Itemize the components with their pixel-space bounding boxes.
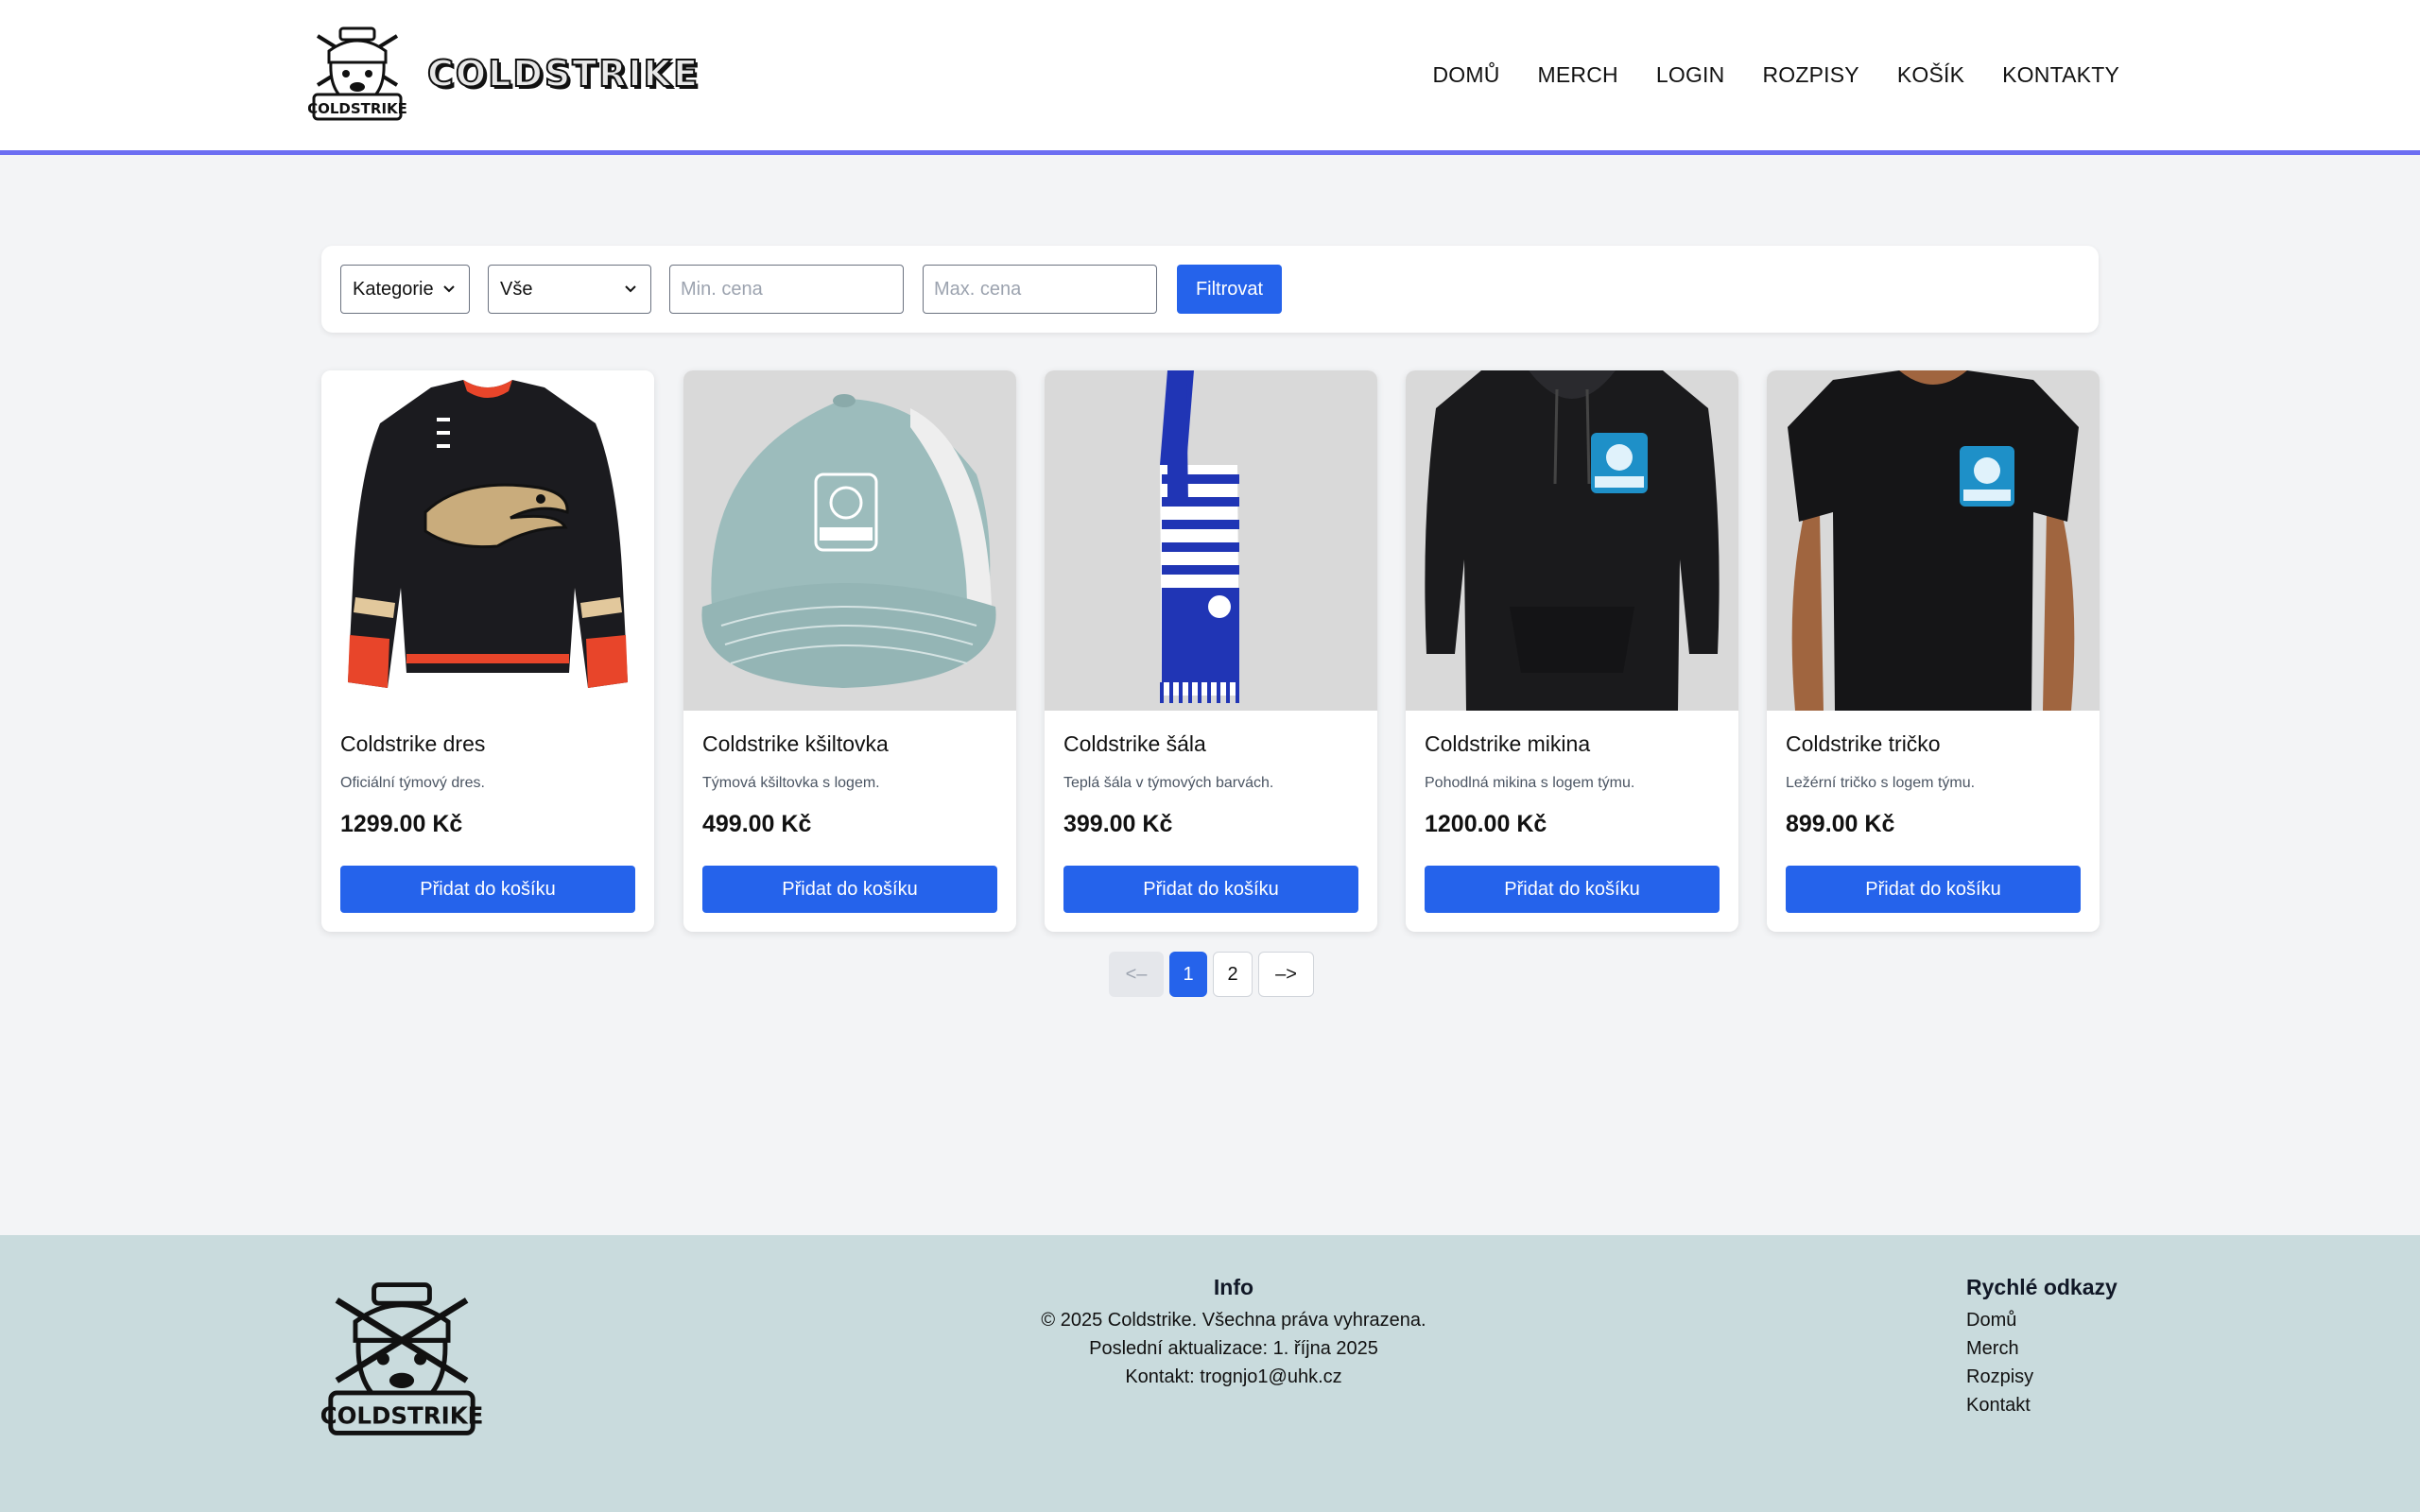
footer-link-schedule[interactable]: Rozpisy: [1966, 1363, 2118, 1391]
chevron-down-icon: [443, 285, 455, 293]
filter-bar: Kategorie Vše Filtrovat: [321, 246, 2099, 333]
product-image-tshirt[interactable]: [1767, 370, 2100, 711]
product-price: 1299.00 Kč: [340, 811, 463, 837]
hoodie-image-icon: [1425, 370, 1720, 711]
pagination: <– 1 2 –>: [1109, 952, 1314, 997]
footer-link-contact[interactable]: Kontakt: [1966, 1391, 2118, 1419]
subcategory-select-value: Vše: [500, 278, 533, 300]
footer-quick-links: Rychlé odkazy Domů Merch Rozpisy Kontakt: [1966, 1275, 2118, 1419]
nav-schedule-link[interactable]: ROZPISY: [1762, 62, 1858, 88]
footer-info-title: Info: [1213, 1275, 1254, 1299]
footer-copyright: © 2025 Coldstrike. Všechna práva vyhraze…: [1041, 1310, 1426, 1331]
nav-login-link[interactable]: LOGIN: [1656, 62, 1725, 88]
bear-logo-icon: COLDSTRIKE: [308, 26, 406, 121]
add-to-cart-button[interactable]: Přidat do košíku: [702, 866, 997, 913]
product-price: 499.00 Kč: [702, 811, 812, 837]
product-price: 1200.00 Kč: [1425, 811, 1547, 837]
product-description: Ležérní tričko s logem týmu.: [1786, 775, 1976, 791]
product-card: Coldstrike kšiltovka Týmová kšiltovka s …: [683, 370, 1016, 932]
product-title: Coldstrike mikina: [1425, 731, 1591, 756]
product-card: Coldstrike dres Oficiální týmový dres. 1…: [321, 370, 654, 932]
product-price: 899.00 Kč: [1786, 811, 1895, 837]
nav-cart-link[interactable]: KOŠÍK: [1897, 62, 1964, 88]
filter-button[interactable]: Filtrovat: [1177, 265, 1282, 314]
jersey-image-icon: [348, 380, 628, 688]
product-image-cap[interactable]: [683, 370, 1016, 711]
product-image-scarf[interactable]: [1045, 370, 1377, 711]
product-card: Coldstrike šála Teplá šála v týmových ba…: [1045, 370, 1377, 932]
footer-info: Info © 2025 Coldstrike. Všechna práva vy…: [1021, 1275, 1446, 1391]
add-to-cart-button[interactable]: Přidat do košíku: [1786, 866, 2081, 913]
nav-home-link[interactable]: DOMŮ: [1432, 62, 1499, 88]
product-price: 399.00 Kč: [1063, 811, 1173, 837]
main-nav: DOMŮ MERCH LOGIN ROZPISY KOŠÍK KONTAKTY: [1432, 62, 2119, 88]
add-to-cart-button[interactable]: Přidat do košíku: [340, 866, 635, 913]
chevron-down-icon: [625, 285, 636, 293]
add-to-cart-button[interactable]: Přidat do košíku: [1425, 866, 1720, 913]
add-to-cart-button[interactable]: Přidat do košíku: [1063, 866, 1358, 913]
page-2-button[interactable]: 2: [1213, 952, 1253, 997]
tshirt-image-icon: [1788, 370, 2079, 711]
product-description: Oficiální týmový dres.: [340, 775, 485, 791]
product-card: Coldstrike tričko Ležérní tričko s logem…: [1767, 370, 2100, 932]
product-title: Coldstrike dres: [340, 731, 486, 756]
footer-contact: Kontakt: trognjo1@uhk.cz: [1125, 1366, 1342, 1387]
nav-merch-link[interactable]: MERCH: [1538, 62, 1618, 88]
prev-page-button[interactable]: <–: [1109, 952, 1164, 997]
product-image-hoodie[interactable]: [1406, 370, 1738, 711]
max-price-input[interactable]: [923, 265, 1157, 314]
footer-updated: Poslední aktualizace: 1. října 2025: [1089, 1338, 1378, 1359]
site-header: COLDSTRIKE COLDSTRIKE DOMŮ MERCH LOGIN R…: [0, 0, 2420, 155]
brand-logo[interactable]: COLDSTRIKE COLDSTRIKE: [308, 25, 700, 123]
product-title: Coldstrike šála: [1063, 731, 1206, 756]
min-price-input[interactable]: [669, 265, 904, 314]
product-description: Týmová kšiltovka s logem.: [702, 775, 880, 791]
product-description: Teplá šála v týmových barvách.: [1063, 775, 1274, 791]
footer-links-title: Rychlé odkazy: [1966, 1275, 2118, 1299]
product-card: Coldstrike mikina Pohodlná mikina s loge…: [1406, 370, 1738, 932]
site-footer: COLDSTRIKE Info © 2025 Coldstrike. Všech…: [0, 1235, 2420, 1512]
logo-badge-text: COLDSTRIKE: [308, 100, 406, 117]
product-title: Coldstrike kšiltovka: [702, 731, 889, 756]
product-title: Coldstrike tričko: [1786, 731, 1941, 756]
next-page-button[interactable]: –>: [1258, 952, 1314, 997]
subcategory-select[interactable]: Vše: [488, 265, 651, 314]
nav-contacts-link[interactable]: KONTAKTY: [2002, 62, 2119, 88]
scarf-image-icon: [1160, 370, 1239, 703]
category-select[interactable]: Kategorie: [340, 265, 470, 314]
product-image-jersey[interactable]: [321, 370, 654, 711]
bear-logo-icon: COLDSTRIKE: [321, 1282, 482, 1435]
page-1-button[interactable]: 1: [1169, 952, 1207, 997]
category-select-value: Kategorie: [353, 278, 434, 300]
product-description: Pohodlná mikina s logem týmu.: [1425, 775, 1635, 791]
cap-image-icon: [701, 394, 996, 688]
footer-logo-text: COLDSTRIKE: [321, 1402, 482, 1430]
footer-link-home[interactable]: Domů: [1966, 1306, 2118, 1334]
footer-link-merch[interactable]: Merch: [1966, 1334, 2118, 1363]
brand-name: COLDSTRIKE: [426, 52, 700, 95]
